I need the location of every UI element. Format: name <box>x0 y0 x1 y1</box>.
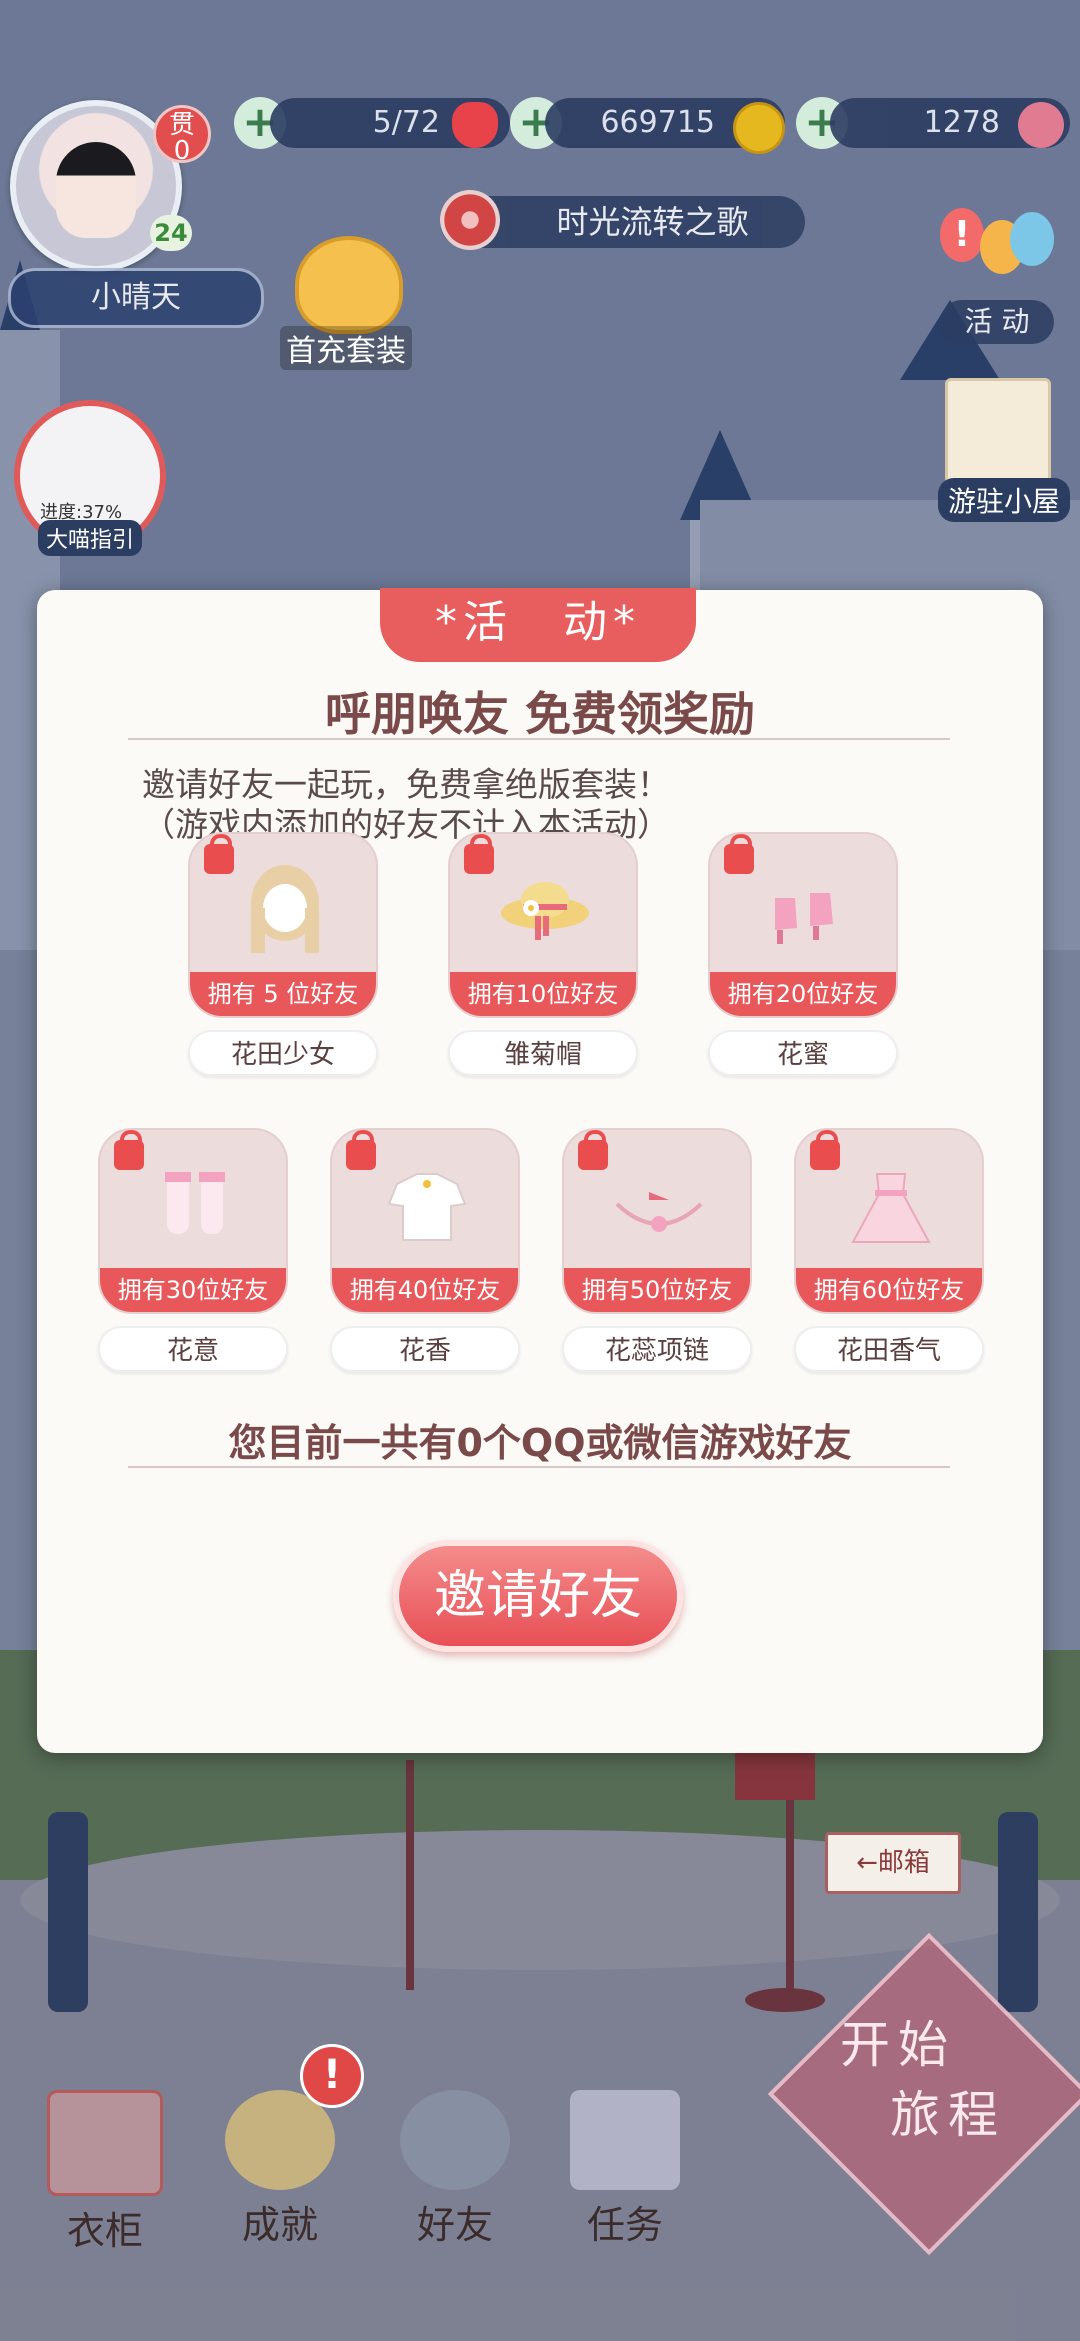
gem-flower-icon <box>1018 102 1064 148</box>
start-journey-label[interactable]: 开始 旅程 <box>840 2010 1006 2150</box>
reward-name: 花意 <box>98 1326 288 1372</box>
nav-tasks[interactable]: 任务 <box>565 2090 685 2249</box>
reward-card[interactable]: 拥有40位好友 <box>330 1128 520 1314</box>
lamp-post <box>998 1812 1038 2012</box>
reward-requirement: 拥有20位好友 <box>710 972 896 1016</box>
blouse-icon <box>387 1173 467 1241</box>
socks-icon <box>165 1172 225 1234</box>
exclamation-balloon-icon: ! <box>940 208 984 262</box>
nav-tasks-label: 任务 <box>586 2203 663 2247</box>
friend-count-text: 您目前一共有0个QQ或微信游戏好友 <box>228 1421 852 1465</box>
vip-badge-count: 0 <box>173 136 191 166</box>
modal-tab-activity: *活 动* <box>380 588 696 662</box>
reward-name: 雏菊帽 <box>448 1030 638 1076</box>
reward-card[interactable]: 拥有10位好友 <box>448 832 638 1018</box>
lock-icon <box>464 834 494 874</box>
reward-name: 花蜜 <box>708 1030 898 1076</box>
reward-item-stamen-necklace[interactable]: 拥有50位好友 花蕊项链 <box>562 1128 752 1372</box>
reward-item-flower-fragrance[interactable]: 拥有40位好友 花香 <box>330 1128 520 1372</box>
task-icon <box>570 2090 680 2190</box>
lock-icon <box>724 834 754 874</box>
start-journey-line1: 开始 <box>840 2016 956 2074</box>
lamp-post <box>48 1812 88 2012</box>
reward-requirement: 拥有30位好友 <box>100 1268 286 1312</box>
reward-card[interactable]: 拥有50位好友 <box>562 1128 752 1314</box>
lock-icon <box>114 1130 144 1170</box>
title-divider <box>128 738 950 740</box>
vinyl-record-icon <box>440 190 500 250</box>
reward-requirement: 拥有60位好友 <box>796 1268 982 1312</box>
invite-friends-button[interactable]: 邀请好友 <box>393 1540 683 1652</box>
friends-icon <box>400 2090 510 2190</box>
nav-friends-label: 好友 <box>416 2203 493 2247</box>
mailbox-sign[interactable]: ←邮箱 <box>825 1832 961 1894</box>
achievement-alert-icon: ! <box>300 2044 364 2108</box>
nav-achievement[interactable]: 成就 <box>220 2090 340 2249</box>
reward-name: 花香 <box>330 1326 520 1372</box>
modal-title: 呼朋唤友 免费领奖励 <box>324 687 755 741</box>
pink-shoes-icon <box>775 893 833 944</box>
lock-icon <box>204 834 234 874</box>
first-charge-label[interactable]: 首充套装 <box>280 326 412 370</box>
count-divider <box>128 1466 950 1468</box>
vip-badge[interactable]: 贯 0 <box>153 105 211 166</box>
reward-item-daisy-hat[interactable]: 拥有10位好友 雏菊帽 <box>448 832 638 1076</box>
lock-icon <box>810 1130 840 1170</box>
reward-requirement: 拥有10位好友 <box>450 972 636 1016</box>
reward-name: 花蕊项链 <box>562 1326 752 1372</box>
start-journey-line2: 旅程 <box>890 2086 1006 2144</box>
reward-card[interactable]: 拥有30位好友 <box>98 1128 288 1314</box>
reward-requirement: 拥有40位好友 <box>332 1268 518 1312</box>
balloon-icon <box>1010 212 1054 266</box>
necklace-icon <box>615 1192 703 1232</box>
reward-name: 花田香气 <box>794 1326 984 1372</box>
player-level: 24 <box>150 215 192 251</box>
coin-icon <box>733 102 785 154</box>
piggy-bank-icon[interactable] <box>295 236 403 334</box>
reward-requirement: 拥有50位好友 <box>564 1268 750 1312</box>
activity-balloons-icon[interactable]: ! <box>940 208 1055 298</box>
reward-requirement: 拥有 5 位好友 <box>190 972 376 1016</box>
reward-item-flower-field-girl[interactable]: 拥有 5 位好友 花田少女 <box>188 832 378 1076</box>
house-card-icon[interactable] <box>945 378 1051 484</box>
lock-icon <box>346 1130 376 1170</box>
reward-card[interactable]: 拥有20位好友 <box>708 832 898 1018</box>
nav-friends[interactable]: 好友 <box>395 2090 515 2249</box>
reward-card[interactable]: 拥有 5 位好友 <box>188 832 378 1018</box>
nav-achievement-label: 成就 <box>241 2203 318 2247</box>
reward-card[interactable]: 拥有60位好友 <box>794 1128 984 1314</box>
vip-badge-top: 贯 <box>168 110 195 140</box>
straw-hat-icon <box>501 882 589 940</box>
wardrobe-icon <box>47 2090 163 2196</box>
dress-icon <box>851 1173 931 1243</box>
guide-label[interactable]: 大喵指引 <box>38 520 143 556</box>
nav-wardrobe[interactable]: 衣柜 <box>45 2090 165 2255</box>
house-label[interactable]: 游驻小屋 <box>938 478 1071 522</box>
activity-label[interactable]: 活 动 <box>940 300 1054 344</box>
avatar-portrait <box>56 142 136 238</box>
player-name[interactable]: 小晴天 <box>8 268 264 328</box>
reward-item-flower-field-scent[interactable]: 拥有60位好友 花田香气 <box>794 1128 984 1372</box>
reward-name: 花田少女 <box>188 1030 378 1076</box>
reward-item-flower-meaning[interactable]: 拥有30位好友 花意 <box>98 1128 288 1372</box>
hairstyle-icon <box>251 865 319 953</box>
lock-icon <box>578 1130 608 1170</box>
reward-item-nectar[interactable]: 拥有20位好友 花蜜 <box>708 832 898 1076</box>
nav-wardrobe-label: 衣柜 <box>66 2209 143 2253</box>
heart-icon <box>452 102 498 148</box>
